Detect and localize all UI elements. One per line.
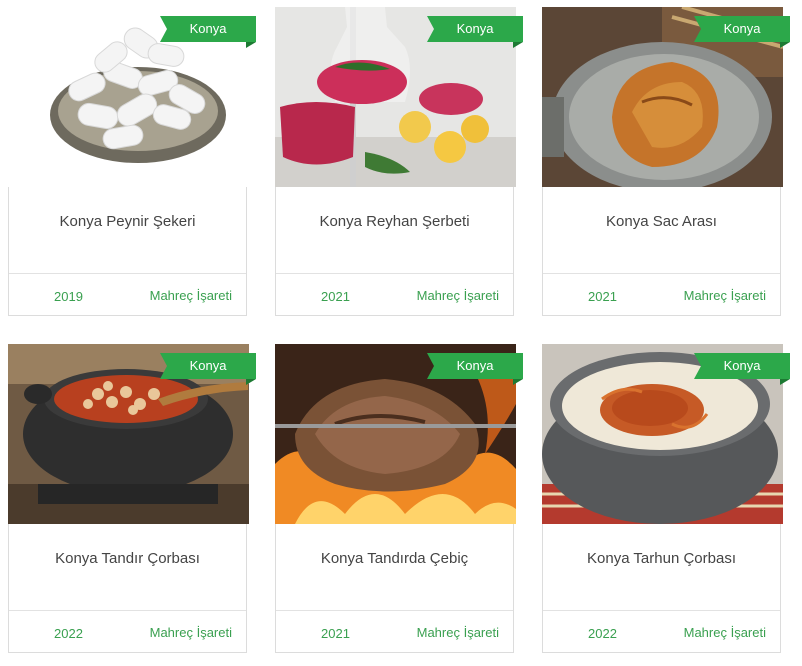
city-badge: Konya — [427, 16, 523, 42]
indication-type-link[interactable]: Mahreç İşareti — [417, 288, 499, 303]
product-card[interactable]: Konya Konya Reyhan Şerbeti 2021 Mahreç İ… — [275, 7, 523, 316]
product-title[interactable]: Konya Sac Arası — [543, 213, 780, 230]
city-badge: Konya — [694, 16, 790, 42]
divider — [9, 610, 246, 611]
registration-year: 2021 — [321, 289, 350, 304]
product-card[interactable]: Konya Konya Sac Arası 2021 Mahreç İşaret… — [542, 7, 790, 316]
product-title[interactable]: Konya Peynir Şekeri — [9, 213, 246, 230]
divider — [543, 273, 780, 274]
registration-year: 2022 — [54, 626, 83, 641]
product-title[interactable]: Konya Reyhan Şerbeti — [276, 213, 513, 230]
product-title[interactable]: Konya Tandır Çorbası — [9, 550, 246, 567]
city-badge: Konya — [160, 16, 256, 42]
indication-type-link[interactable]: Mahreç İşareti — [150, 625, 232, 640]
divider — [276, 610, 513, 611]
registration-year: 2019 — [54, 289, 83, 304]
product-card[interactable]: Konya Konya Peynir Şekeri 2019 Mahreç İş… — [8, 7, 256, 316]
indication-type-link[interactable]: Mahreç İşareti — [684, 288, 766, 303]
product-card[interactable]: Konya Konya Tarhun Çorbası 2022 Mahreç İ… — [542, 344, 790, 653]
city-badge: Konya — [160, 353, 256, 379]
registration-year: 2022 — [588, 626, 617, 641]
divider — [276, 273, 513, 274]
indication-type-link[interactable]: Mahreç İşareti — [417, 625, 499, 640]
badge-fold — [246, 379, 256, 385]
badge-fold — [246, 42, 256, 48]
divider — [9, 273, 246, 274]
registration-year: 2021 — [321, 626, 350, 641]
city-badge: Konya — [694, 353, 790, 379]
badge-fold — [780, 42, 790, 48]
badge-fold — [513, 379, 523, 385]
product-card[interactable]: Konya Konya Tandırda Çebiç 2021 Mahreç İ… — [275, 344, 523, 653]
product-title[interactable]: Konya Tandırda Çebiç — [276, 550, 513, 567]
badge-fold — [780, 379, 790, 385]
product-title[interactable]: Konya Tarhun Çorbası — [543, 550, 780, 567]
registration-year: 2021 — [588, 289, 617, 304]
city-badge: Konya — [427, 353, 523, 379]
indication-type-link[interactable]: Mahreç İşareti — [684, 625, 766, 640]
badge-fold — [513, 42, 523, 48]
product-card[interactable]: Konya Konya Tandır Çorbası 2022 Mahreç İ… — [8, 344, 256, 653]
indication-type-link[interactable]: Mahreç İşareti — [150, 288, 232, 303]
divider — [543, 610, 780, 611]
